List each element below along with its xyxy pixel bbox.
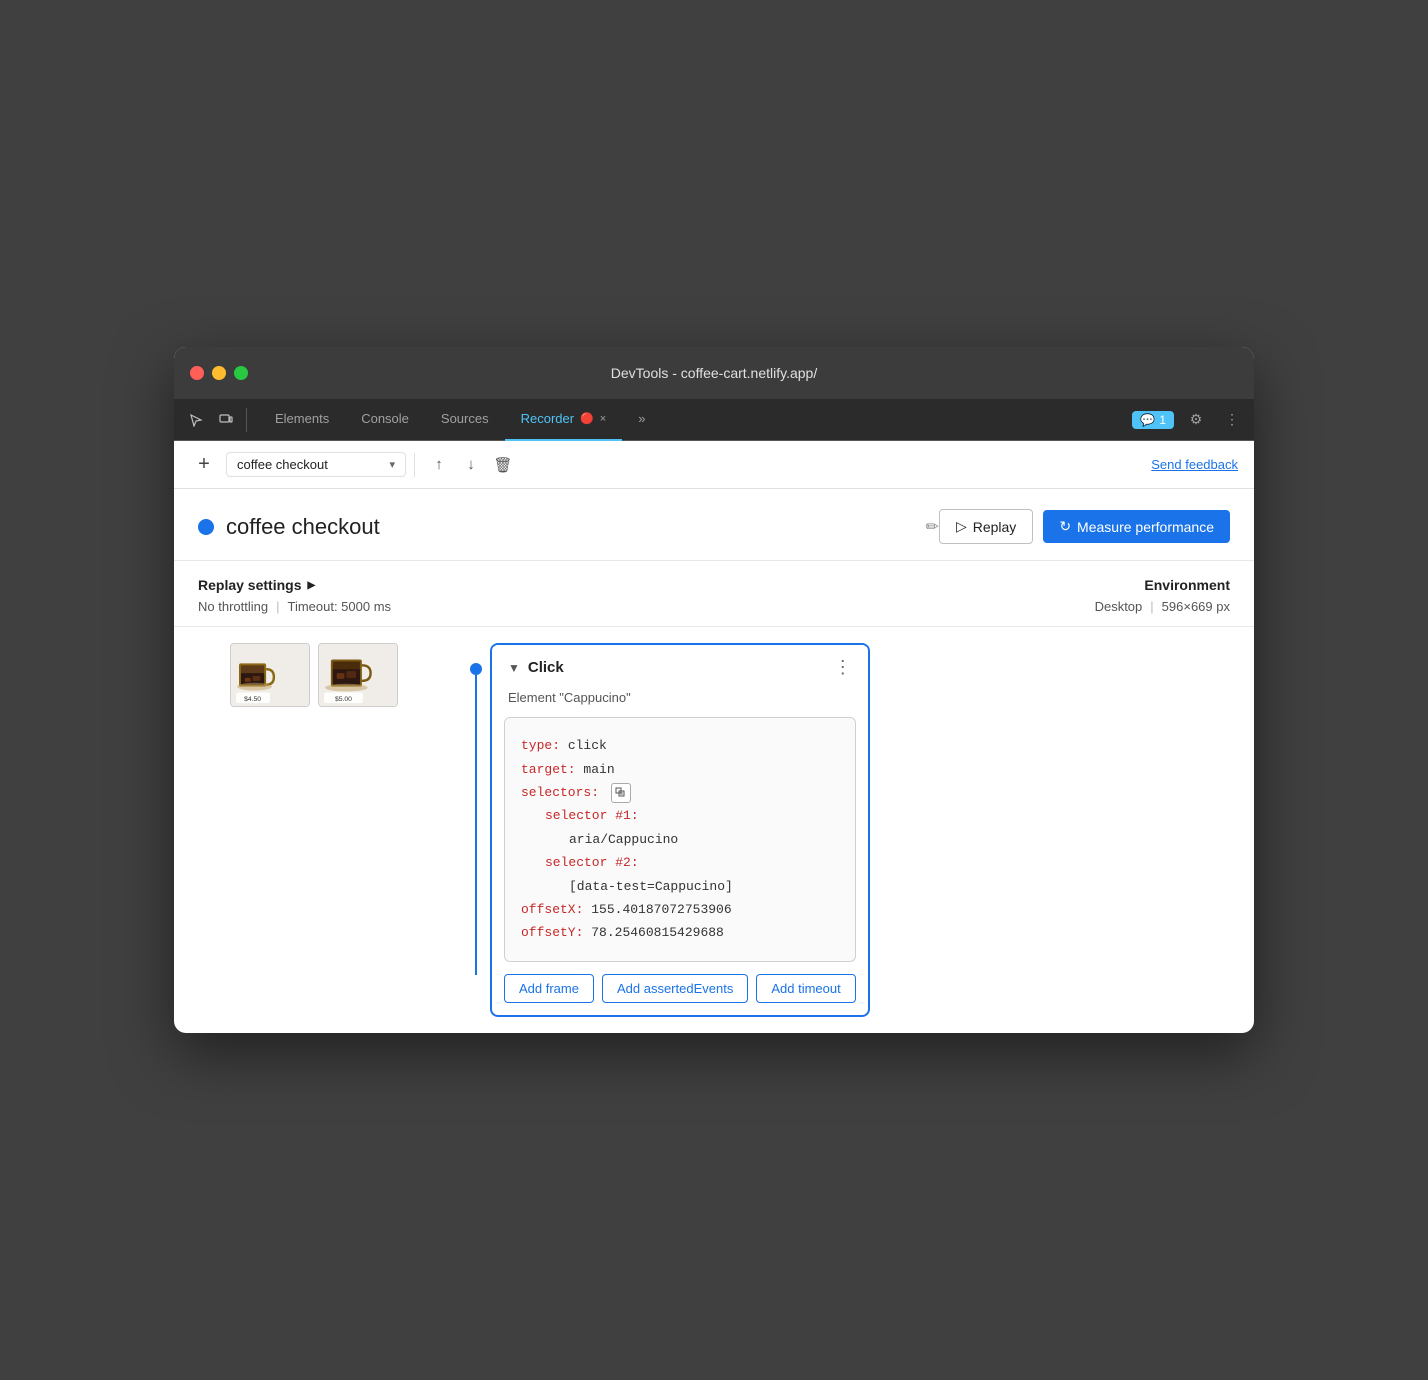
settings-bar: Replay settings ▶ No throttling | Timeou… (174, 561, 1254, 627)
code-selector2-key: selector #2: (545, 855, 639, 870)
device-icon[interactable] (212, 406, 240, 434)
collapse-icon[interactable]: ▼ (508, 661, 520, 675)
cursor-icon[interactable] (182, 406, 210, 434)
throttling-value: No throttling (198, 599, 268, 614)
feedback-badge[interactable]: 💬 1 (1132, 411, 1174, 429)
triangle-right-icon: ▶ (307, 580, 315, 591)
measure-performance-button[interactable]: ↻ Measure performance (1043, 510, 1230, 543)
tab-divider (246, 408, 247, 432)
tab-elements[interactable]: Elements (259, 399, 345, 441)
tab-console[interactable]: Console (345, 399, 425, 441)
environment-values: Desktop | 596×669 px (1095, 599, 1230, 614)
settings-divider: | (276, 599, 279, 614)
env-divider: | (1150, 599, 1153, 614)
step-card: ▼ Click ⋮ Element "Cappucino" type: clic… (490, 643, 870, 1017)
replay-button[interactable]: ▷ Replay (939, 509, 1033, 544)
titlebar: DevTools - coffee-cart.netlify.app/ (174, 347, 1254, 399)
settings-left: Replay settings ▶ No throttling | Timeou… (198, 577, 1095, 614)
play-icon: ▷ (956, 518, 967, 535)
recording-status-dot (198, 519, 214, 535)
code-offsetx-key: offsetX: (521, 902, 583, 917)
tab-recorder[interactable]: Recorder 🔴 × (505, 399, 623, 441)
minimize-button[interactable] (212, 366, 226, 380)
desktop-value: Desktop (1095, 599, 1143, 614)
toolbar-divider (414, 453, 415, 477)
tab-icons (182, 406, 251, 434)
settings-icon[interactable]: ⚙ (1182, 406, 1210, 434)
settings-right: Environment Desktop | 596×669 px (1095, 577, 1230, 614)
chat-icon: 💬 (1140, 413, 1155, 427)
tabs: Elements Console Sources Recorder 🔴 × » (259, 399, 1132, 441)
devtools-window: DevTools - coffee-cart.netlify.app/ Elem… (174, 347, 1254, 1033)
settings-values: No throttling | Timeout: 5000 ms (198, 599, 1095, 614)
more-menu-icon[interactable]: ⋮ (1218, 406, 1246, 434)
tab-close-icon[interactable]: × (600, 413, 606, 425)
thumbnail-2: $5.00 (318, 643, 398, 707)
close-button[interactable] (190, 366, 204, 380)
add-frame-button[interactable]: Add frame (504, 974, 594, 1003)
recording-selector[interactable]: coffee checkout ▾ (226, 452, 406, 477)
send-feedback-link[interactable]: Send feedback (1151, 457, 1238, 472)
svg-text:$5.00: $5.00 (335, 696, 352, 703)
step-type: Click (528, 659, 834, 676)
chevron-down-icon: ▾ (389, 458, 395, 471)
maximize-button[interactable] (234, 366, 248, 380)
add-timeout-button[interactable]: Add timeout (756, 974, 855, 1003)
resolution-value: 596×669 px (1162, 599, 1230, 614)
step-header: ▼ Click ⋮ (492, 645, 868, 690)
new-recording-button[interactable]: + (190, 451, 218, 479)
import-button[interactable]: ↓ (455, 449, 487, 481)
steps-area: $4.50 (174, 627, 1254, 1033)
environment-title: Environment (1095, 577, 1230, 593)
timeout-value: Timeout: 5000 ms (287, 599, 391, 614)
tab-more[interactable]: » (622, 399, 661, 441)
recording-name: coffee checkout (237, 457, 381, 472)
thumbnail-strip: $4.50 (230, 643, 398, 707)
code-selector2-val: [data-test=Cappucino] (569, 879, 733, 894)
edit-icon[interactable]: ✏ (926, 517, 939, 537)
action-buttons: Add frame Add assertedEvents Add timeout (492, 974, 868, 1015)
code-selectors-key: selectors: (521, 785, 599, 800)
step-element: Element "Cappucino" (492, 690, 868, 717)
code-selector1-val: aria/Cappucino (569, 832, 678, 847)
selector-inspect-icon[interactable] (611, 783, 631, 803)
tab-sources[interactable]: Sources (425, 399, 505, 441)
refresh-icon: ↻ (1059, 518, 1071, 535)
thumbnail-column: $4.50 (174, 643, 454, 1017)
delete-button[interactable]: 🗑 (487, 449, 519, 481)
thumbnail-1: $4.50 (230, 643, 310, 707)
code-type-key: type: (521, 738, 560, 753)
step-menu-button[interactable]: ⋮ (834, 657, 852, 678)
traffic-lights (190, 366, 248, 380)
svg-text:$4.50: $4.50 (244, 696, 261, 703)
toolbar: + coffee checkout ▾ ↑ ↓ 🗑 Send feedback (174, 441, 1254, 489)
window-title: DevTools - coffee-cart.netlify.app/ (611, 365, 817, 381)
recording-header: coffee checkout ✏ ▷ Replay ↻ Measure per… (174, 489, 1254, 561)
header-actions: ▷ Replay ↻ Measure performance (939, 509, 1230, 544)
step-dot (470, 663, 482, 675)
main-content: Replay settings ▶ No throttling | Timeou… (174, 561, 1254, 1033)
code-selector1-key: selector #1: (545, 808, 639, 823)
tab-right-actions: 💬 1 ⚙ ⋮ (1132, 406, 1246, 434)
code-target-key: target: (521, 762, 576, 777)
step-code-block: type: click target: main selectors: (504, 717, 856, 962)
tabbar: Elements Console Sources Recorder 🔴 × » … (174, 399, 1254, 441)
step-column: ▼ Click ⋮ Element "Cappucino" type: clic… (454, 643, 1254, 1017)
add-asserted-events-button[interactable]: Add assertedEvents (602, 974, 748, 1003)
recording-title: coffee checkout (226, 514, 918, 540)
export-button[interactable]: ↑ (423, 449, 455, 481)
replay-settings-title[interactable]: Replay settings ▶ (198, 577, 1095, 593)
code-offsety-key: offsetY: (521, 925, 583, 940)
